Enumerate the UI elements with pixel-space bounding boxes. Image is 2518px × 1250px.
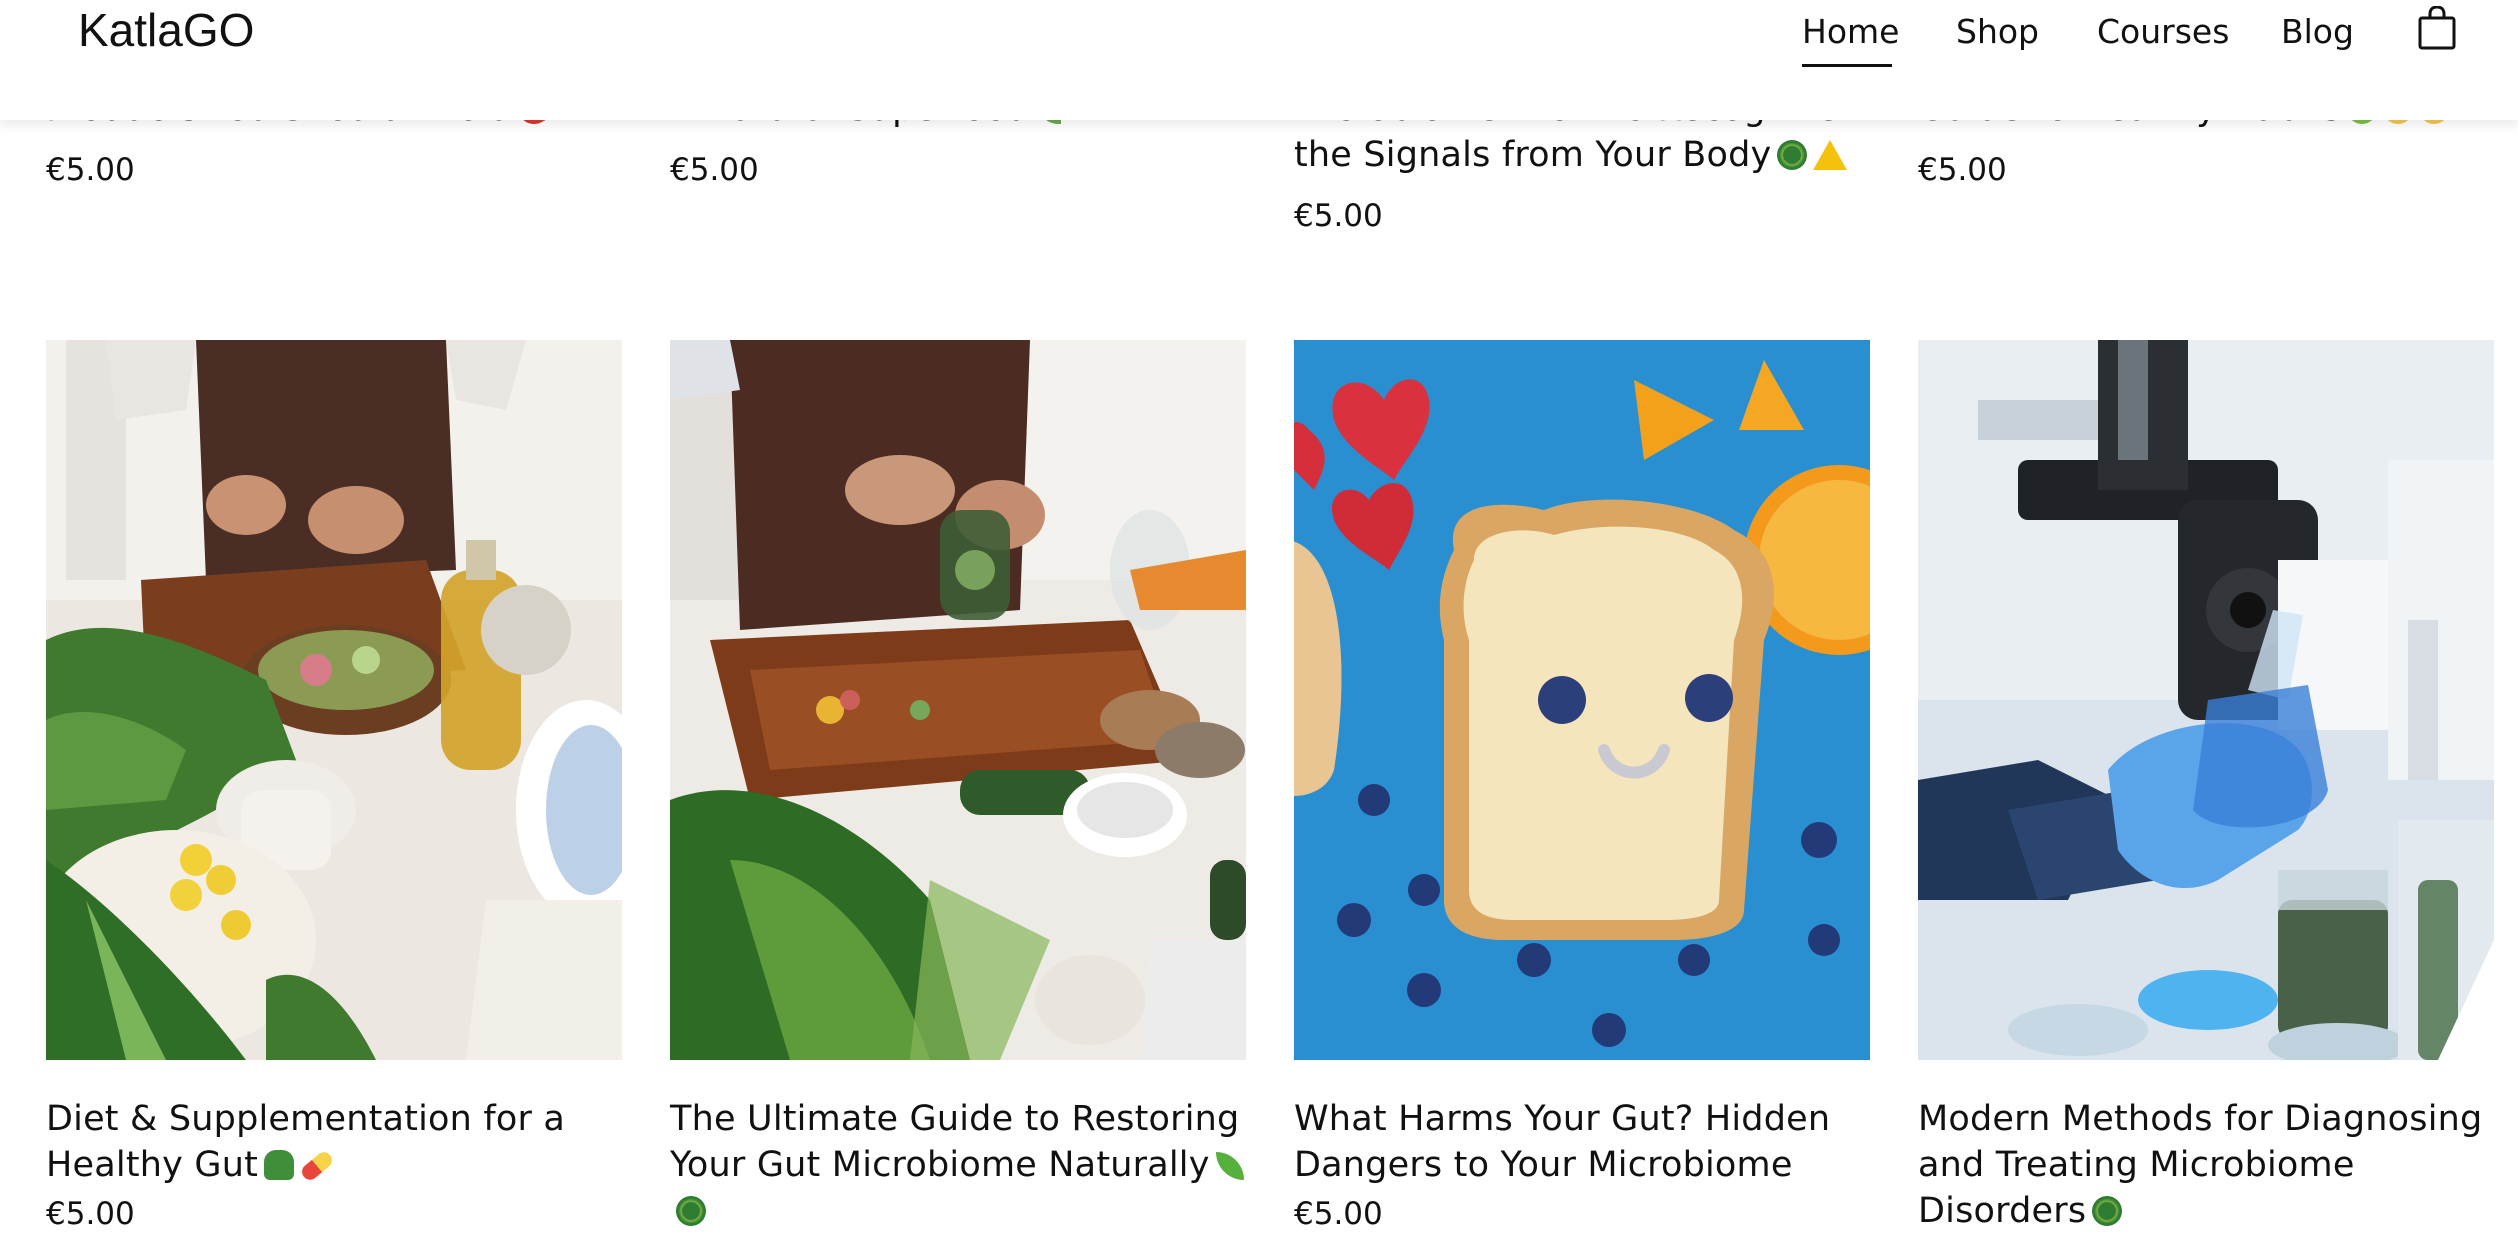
product-column: Products You Should Avoid €5.00 [46, 0, 622, 1250]
nav-home[interactable]: Home [1802, 8, 1899, 56]
microbe-icon [676, 1196, 706, 1226]
broccoli-icon [264, 1150, 294, 1180]
product-image[interactable] [1294, 340, 1870, 1060]
smiling-bread-toast-photo [1294, 340, 1870, 1060]
nav-shop[interactable]: Shop [1956, 8, 2039, 56]
warning-icon [1813, 140, 1848, 170]
product-price: €5.00 [670, 152, 759, 188]
product-title[interactable]: What Harms Your Gut? Hidden Dangers to Y… [1294, 1096, 1870, 1188]
lab-flask-microscope-photo [1918, 340, 2494, 1060]
product-card[interactable]: What Harms Your Gut? Hidden Dangers to Y… [1294, 340, 1870, 1234]
product-card[interactable]: The Ultimate Guide to Restoring Your Gut… [670, 340, 1246, 1234]
product-image[interactable] [46, 340, 622, 1060]
product-title[interactable]: The Ultimate Guide to Restoring Your Gut… [670, 1096, 1246, 1234]
active-nav-indicator [1802, 64, 1892, 67]
product-column: Guide to Healthy Habits €5.00 [1918, 0, 2494, 1250]
microbe-icon [2092, 1196, 2123, 1226]
microbe-icon [1777, 140, 1808, 170]
product-image[interactable] [670, 340, 1246, 1060]
product-card[interactable]: Modern Methods for Diagnosing and Treati… [1918, 340, 2494, 1234]
product-column: Microbiome: How to Recognize the Signals… [1294, 0, 1870, 1250]
product-column: A Natural Superfood €5.00 [670, 0, 1246, 1250]
fermenting-vegetables-jar-photo [670, 340, 1246, 1060]
hands-cutting-vegetables-photo [46, 340, 622, 1060]
product-card[interactable]: Diet & Supplementation for a Healthy Gut… [46, 340, 622, 1234]
pill-icon [298, 1148, 336, 1184]
main-nav: Home Shop Courses Blog [0, 8, 2518, 67]
product-price: €5.00 [46, 152, 135, 188]
product-price: €5.00 [1918, 152, 2007, 188]
product-price: €5.00 [46, 1196, 135, 1232]
product-title[interactable]: Diet & Supplementation for a Healthy Gut [46, 1096, 622, 1188]
shopping-bag-icon[interactable] [2418, 5, 2456, 50]
product-grid: Products You Should Avoid €5.00 [46, 0, 2494, 1250]
product-price: €5.00 [1294, 1196, 1383, 1232]
nav-blog[interactable]: Blog [2281, 8, 2354, 56]
seedling-icon [1215, 1152, 1244, 1180]
product-image[interactable] [1918, 340, 2494, 1060]
product-price: €5.00 [1294, 198, 1383, 234]
product-title[interactable]: Modern Methods for Diagnosing and Treati… [1918, 1096, 2494, 1234]
site-header: KatlaGO Home Shop Courses Blog [0, 0, 2518, 120]
nav-courses[interactable]: Courses [2097, 8, 2229, 56]
